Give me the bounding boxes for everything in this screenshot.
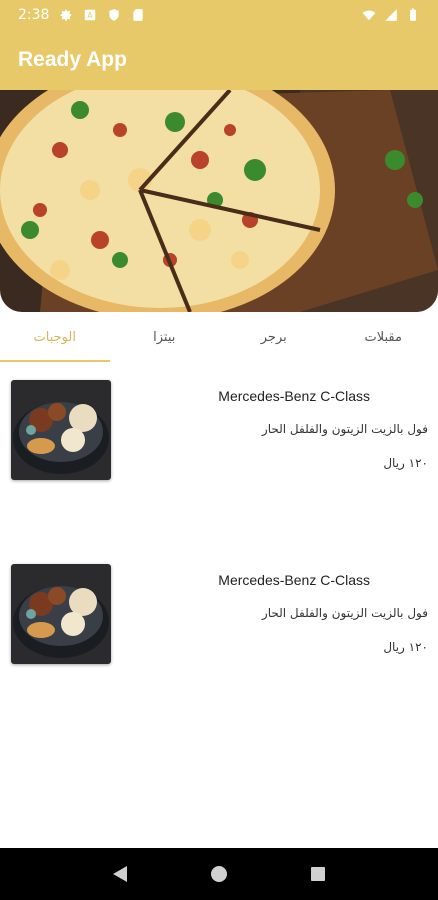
sd-card-icon: [133, 9, 144, 21]
tab-appetizers[interactable]: مقبلات: [329, 312, 438, 362]
status-bar: 2:38 A: [0, 0, 438, 30]
home-button[interactable]: [204, 859, 234, 889]
item-image: [11, 380, 111, 480]
tab-burger[interactable]: برجر: [219, 312, 329, 362]
mixed-grill-plate-image: [11, 380, 111, 480]
battery-icon: [410, 8, 416, 21]
item-price: ١٢٠ ريال: [383, 456, 428, 470]
tab-label: مقبلات: [364, 329, 402, 345]
pizza-banner-image: [0, 90, 438, 312]
mixed-grill-plate-image: [11, 564, 111, 664]
item-description: فول بالزيت الزيتون والفلفل الحار: [261, 422, 428, 436]
recents-button[interactable]: [303, 859, 333, 889]
app-bar: Ready App: [0, 30, 438, 90]
svg-text:A: A: [88, 11, 94, 20]
item-title: Mercedes-Benz C-Class: [218, 572, 370, 588]
tab-pizza[interactable]: بيتزا: [110, 312, 220, 362]
tab-meals[interactable]: الوجبات: [0, 312, 110, 362]
recents-icon: [311, 867, 326, 881]
category-tabs: الوجبات بيتزا برجر مقبلات: [0, 312, 438, 362]
home-icon: [210, 866, 227, 882]
banner-image: [0, 90, 438, 312]
item-image: [11, 564, 111, 664]
signal-icon: [385, 9, 397, 21]
item-description: فول بالزيت الزيتون والفلفل الحار: [261, 606, 428, 620]
tab-label: الوجبات: [33, 329, 76, 345]
alert-icon: A: [85, 9, 96, 21]
shield-icon: [109, 9, 120, 21]
app-title: Ready App: [18, 48, 127, 71]
status-time: 2:38: [18, 7, 50, 23]
system-nav-bar: [0, 848, 438, 900]
tab-label: بيتزا: [153, 329, 176, 345]
back-button[interactable]: [105, 859, 135, 889]
wifi-icon: [362, 10, 376, 21]
settings-icon: [60, 9, 72, 21]
list-item[interactable]: Mercedes-Benz C-Class فول بالزيت الزيتون…: [0, 380, 438, 490]
item-price: ١٢٠ ريال: [383, 640, 428, 654]
back-icon: [112, 866, 127, 882]
item-title: Mercedes-Benz C-Class: [218, 388, 370, 404]
list-item[interactable]: Mercedes-Benz C-Class فول بالزيت الزيتون…: [0, 564, 438, 674]
tab-label: برجر: [260, 329, 287, 345]
